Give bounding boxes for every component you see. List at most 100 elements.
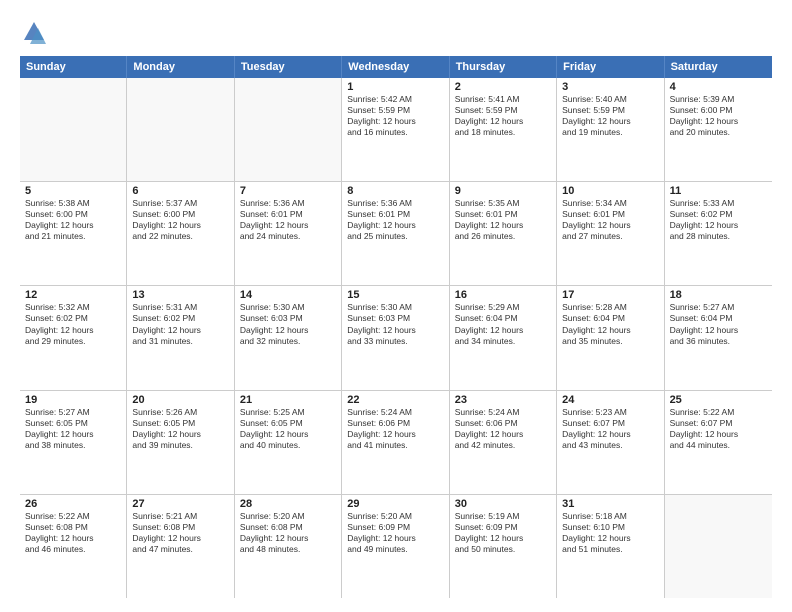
day-number: 10 (562, 185, 658, 197)
cell-line: Sunset: 6:06 PM (347, 418, 443, 429)
cal-cell: 5Sunrise: 5:38 AMSunset: 6:00 PMDaylight… (20, 182, 127, 285)
cal-cell: 7Sunrise: 5:36 AMSunset: 6:01 PMDaylight… (235, 182, 342, 285)
cell-line: Sunset: 6:10 PM (562, 522, 658, 533)
cal-cell: 13Sunrise: 5:31 AMSunset: 6:02 PMDayligh… (127, 286, 234, 389)
day-number: 8 (347, 185, 443, 197)
day-number: 9 (455, 185, 551, 197)
calendar-row-2: 12Sunrise: 5:32 AMSunset: 6:02 PM Dayligh… (20, 286, 772, 390)
cal-cell (20, 78, 127, 181)
cell-line: and 21 minutes. (25, 231, 121, 242)
day-number: 24 (562, 394, 658, 406)
day-number: 26 (25, 498, 121, 510)
cell-line: and 18 minutes. (455, 127, 551, 138)
cell-line: Sunrise: 5:27 AM (670, 302, 767, 313)
cell-line: Sunset: 6:01 PM (562, 209, 658, 220)
cell-line: Sunrise: 5:29 AM (455, 302, 551, 313)
cell-line: Sunset: 6:04 PM (562, 313, 658, 324)
cell-line: and 46 minutes. (25, 544, 121, 555)
cell-line: Sunrise: 5:41 AM (455, 94, 551, 105)
cell-line: and 49 minutes. (347, 544, 443, 555)
cell-line: Daylight: 12 hours (670, 325, 767, 336)
cell-line: Sunset: 6:02 PM (25, 313, 121, 324)
cal-cell: 2Sunrise: 5:41 AMSunset: 5:59 PMDaylight… (450, 78, 557, 181)
cell-line: Sunrise: 5:18 AM (562, 511, 658, 522)
cal-cell: 4Sunrise: 5:39 AMSunset: 6:00 PMDaylight… (665, 78, 772, 181)
cell-line: Sunset: 6:02 PM (670, 209, 767, 220)
cell-line: Sunrise: 5:31 AM (132, 302, 228, 313)
cell-line: Daylight: 12 hours (455, 325, 551, 336)
cell-line: Sunrise: 5:21 AM (132, 511, 228, 522)
cell-line: Daylight: 12 hours (25, 429, 121, 440)
cal-cell: 11Sunrise: 5:33 AMSunset: 6:02 PMDayligh… (665, 182, 772, 285)
cell-line: Sunset: 6:04 PM (455, 313, 551, 324)
cell-line: and 27 minutes. (562, 231, 658, 242)
day-number: 12 (25, 289, 121, 301)
cell-line: Sunset: 5:59 PM (562, 105, 658, 116)
cell-line: and 24 minutes. (240, 231, 336, 242)
cell-line: and 44 minutes. (670, 440, 767, 451)
cell-line: Sunrise: 5:30 AM (347, 302, 443, 313)
cell-line: Sunrise: 5:20 AM (240, 511, 336, 522)
weekday-header-sunday: Sunday (20, 56, 127, 78)
cell-line: Sunset: 6:08 PM (240, 522, 336, 533)
cal-cell: 3Sunrise: 5:40 AMSunset: 5:59 PMDaylight… (557, 78, 664, 181)
cell-line: and 28 minutes. (670, 231, 767, 242)
cell-line: Daylight: 12 hours (240, 533, 336, 544)
cell-line: and 36 minutes. (670, 336, 767, 347)
page: SundayMondayTuesdayWednesdayThursdayFrid… (0, 0, 792, 612)
cell-line: Sunset: 6:09 PM (347, 522, 443, 533)
day-number: 18 (670, 289, 767, 301)
day-number: 22 (347, 394, 443, 406)
cal-cell: 19Sunrise: 5:27 AMSunset: 6:05 PMDayligh… (20, 391, 127, 494)
cell-line: and 42 minutes. (455, 440, 551, 451)
cal-cell: 24Sunrise: 5:23 AMSunset: 6:07 PMDayligh… (557, 391, 664, 494)
cell-line: Daylight: 12 hours (455, 533, 551, 544)
cell-line: Daylight: 12 hours (562, 325, 658, 336)
cell-line: Daylight: 12 hours (132, 533, 228, 544)
cell-line: Sunrise: 5:26 AM (132, 407, 228, 418)
cell-line: and 22 minutes. (132, 231, 228, 242)
cell-line: Sunset: 6:08 PM (132, 522, 228, 533)
cell-line: Daylight: 12 hours (455, 429, 551, 440)
cell-line: Sunset: 6:00 PM (670, 105, 767, 116)
cell-line: Daylight: 12 hours (670, 116, 767, 127)
cell-line: Daylight: 12 hours (347, 429, 443, 440)
day-number: 3 (562, 81, 658, 93)
cal-cell (127, 78, 234, 181)
cell-line: Sunset: 6:01 PM (455, 209, 551, 220)
cal-cell: 28Sunrise: 5:20 AMSunset: 6:08 PMDayligh… (235, 495, 342, 598)
cell-line: Daylight: 12 hours (132, 325, 228, 336)
weekday-header-wednesday: Wednesday (342, 56, 449, 78)
cell-line: Sunrise: 5:25 AM (240, 407, 336, 418)
day-number: 17 (562, 289, 658, 301)
cell-line: Sunrise: 5:32 AM (25, 302, 121, 313)
cell-line: Sunrise: 5:38 AM (25, 198, 121, 209)
day-number: 1 (347, 81, 443, 93)
cell-line: Sunset: 6:07 PM (670, 418, 767, 429)
cal-cell: 29Sunrise: 5:20 AMSunset: 6:09 PMDayligh… (342, 495, 449, 598)
cell-line: and 38 minutes. (25, 440, 121, 451)
cell-line: Sunrise: 5:33 AM (670, 198, 767, 209)
cal-cell: 21Sunrise: 5:25 AMSunset: 6:05 PMDayligh… (235, 391, 342, 494)
cal-cell: 9Sunrise: 5:35 AMSunset: 6:01 PMDaylight… (450, 182, 557, 285)
cell-line: Sunset: 6:05 PM (240, 418, 336, 429)
cal-cell: 16Sunrise: 5:29 AMSunset: 6:04 PMDayligh… (450, 286, 557, 389)
cell-line: Sunrise: 5:20 AM (347, 511, 443, 522)
cell-line: and 16 minutes. (347, 127, 443, 138)
cal-cell: 1Sunrise: 5:42 AMSunset: 5:59 PMDaylight… (342, 78, 449, 181)
cell-line: and 41 minutes. (347, 440, 443, 451)
calendar-row-3: 19Sunrise: 5:27 AMSunset: 6:05 PMDayligh… (20, 391, 772, 495)
cell-line: Sunset: 6:01 PM (240, 209, 336, 220)
cell-line: Daylight: 12 hours (347, 116, 443, 127)
cell-line: Sunset: 5:59 PM (455, 105, 551, 116)
cell-line: Sunset: 6:00 PM (25, 209, 121, 220)
day-number: 5 (25, 185, 121, 197)
day-number: 14 (240, 289, 336, 301)
cell-line: and 31 minutes. (132, 336, 228, 347)
cal-cell: 15Sunrise: 5:30 AMSunset: 6:03 PMDayligh… (342, 286, 449, 389)
cell-line: Sunrise: 5:22 AM (670, 407, 767, 418)
cell-line: Sunrise: 5:37 AM (132, 198, 228, 209)
calendar-body: 1Sunrise: 5:42 AMSunset: 5:59 PMDaylight… (20, 78, 772, 598)
cell-line: and 47 minutes. (132, 544, 228, 555)
day-number: 20 (132, 394, 228, 406)
